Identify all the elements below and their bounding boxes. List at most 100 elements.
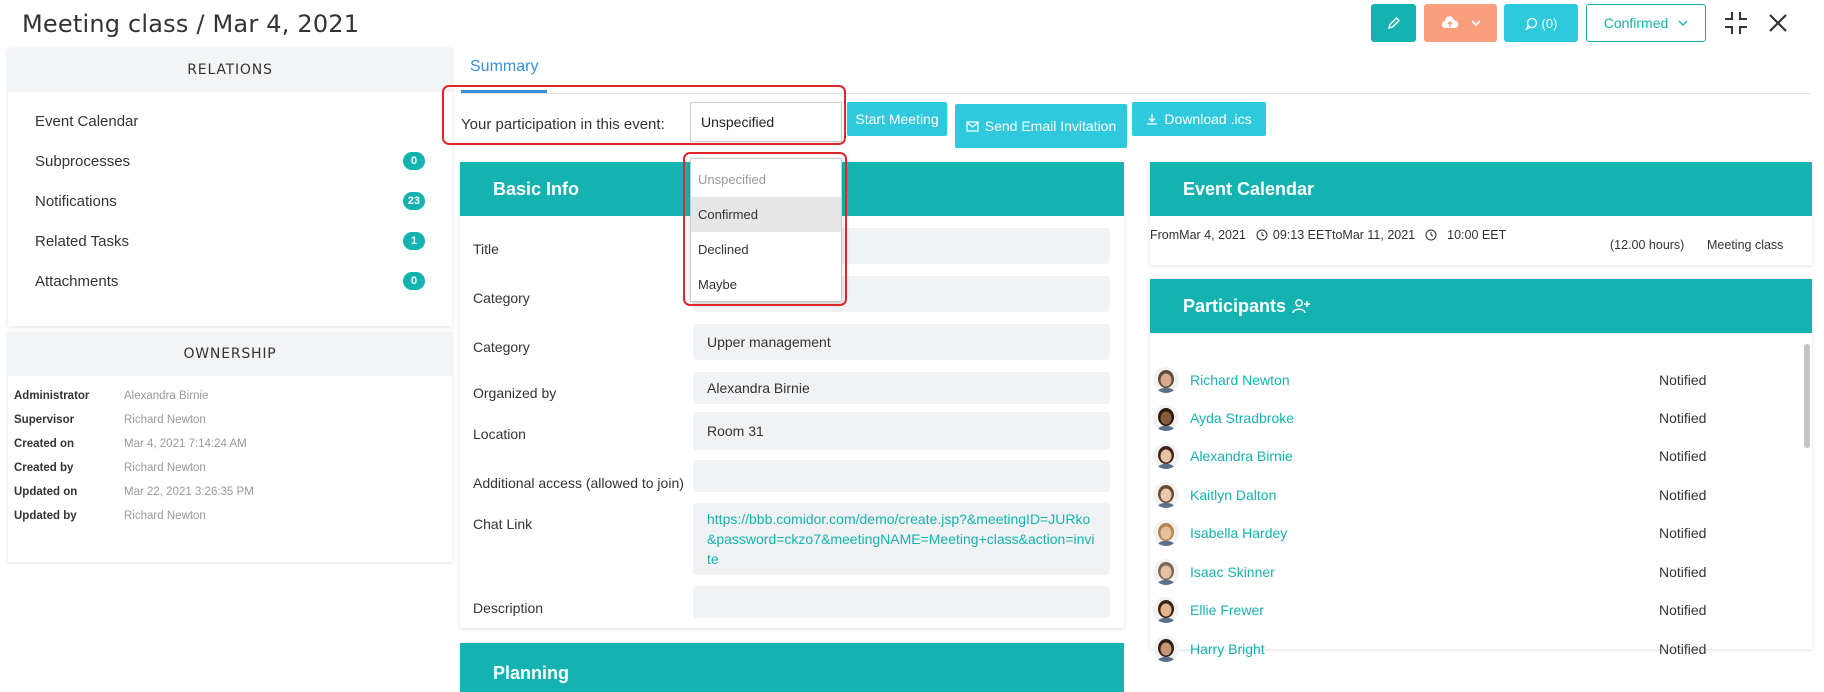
ownership-key: Created on [14, 438, 75, 450]
clock-icon [1256, 229, 1268, 241]
avatar [1153, 367, 1179, 393]
field-label-chat-link: Chat Link [473, 516, 533, 532]
ownership-key: Updated on [14, 486, 78, 498]
participant-name[interactable]: Ayda Stradbroke [1190, 410, 1294, 426]
cloud-upload-icon [1441, 16, 1458, 29]
participant-name[interactable]: Harry Bright [1190, 641, 1265, 657]
field-label-additional-access: Additional access (allowed to join) [473, 475, 684, 491]
ownership-key: Created by [14, 462, 74, 474]
planning-heading[interactable]: Planning [460, 643, 1124, 692]
relation-label: Subprocesses [35, 152, 131, 170]
ownership-key: Supervisor [14, 414, 75, 426]
ownership-heading: OWNERSHIP [8, 332, 452, 376]
status-label: Confirmed [1603, 15, 1669, 31]
field-label-location: Location [473, 426, 526, 442]
relation-label: Related Tasks [35, 232, 129, 250]
category-field[interactable]: Upper management [693, 324, 1110, 360]
close-icon[interactable] [1766, 11, 1790, 35]
avatar [1153, 597, 1179, 623]
chevron-down-icon [1678, 20, 1688, 26]
participant-status: Notified [1659, 410, 1707, 426]
participant-name[interactable]: Isaac Skinner [1190, 564, 1275, 580]
participant-status: Notified [1659, 564, 1707, 580]
from-label: From [1150, 228, 1180, 242]
participant-row: Isaac Skinner Notified [1150, 553, 1812, 591]
participant-name[interactable]: Richard Newton [1190, 372, 1290, 388]
participant-name[interactable]: Kaitlyn Dalton [1190, 487, 1276, 503]
comments-count: (0) [1541, 15, 1558, 31]
from-time: 09:13 EET [1272, 228, 1332, 242]
ownership-value: Richard Newton [124, 462, 206, 474]
ownership-row: Created on Mar 4, 2021 7:14:24 AM [14, 438, 247, 450]
collapse-icon[interactable] [1723, 10, 1749, 36]
relations-heading: RELATIONS [8, 48, 452, 92]
participant-status: Notified [1659, 602, 1707, 618]
avatar [1153, 443, 1179, 469]
avatar [1153, 482, 1179, 508]
ownership-row: Administrator Alexandra Birnie [14, 390, 208, 402]
start-meeting-button[interactable]: Start Meeting [847, 102, 947, 136]
from-date: Mar 4, 2021 [1179, 228, 1246, 242]
field-label-category: Category [473, 339, 530, 355]
participant-name[interactable]: Ellie Frewer [1190, 602, 1264, 618]
page-title: Meeting class / Mar 4, 2021 [22, 10, 360, 38]
relation-item-event-calendar[interactable]: Event Calendar [35, 106, 425, 136]
download-icon [1147, 114, 1158, 125]
event-duration: (12.00 hours) [1610, 238, 1685, 252]
location-field[interactable]: Room 31 [693, 412, 1110, 450]
relation-item-notifications[interactable]: Notifications 23 [35, 186, 425, 216]
participants-card: Participants Richard Newton Notified Ayda … [1150, 279, 1812, 662]
download-ics-button[interactable]: Download .ics [1132, 102, 1266, 136]
count-badge: 0 [403, 152, 425, 170]
relation-item-attachments[interactable]: Attachments 0 [35, 266, 425, 296]
tab-summary[interactable]: Summary [470, 58, 538, 76]
participant-name[interactable]: Isabella Hardey [1190, 525, 1287, 541]
chevron-down-icon [1470, 20, 1481, 27]
ownership-key: Administrator [14, 390, 90, 402]
event-calendar-heading: Event Calendar [1150, 162, 1812, 216]
field-label-description: Description [473, 600, 544, 616]
status-dropdown-button[interactable]: Confirmed [1586, 4, 1706, 42]
event-name: Meeting class [1707, 238, 1784, 252]
ownership-row: Updated by Richard Newton [14, 510, 206, 522]
field-label-title: Title [473, 241, 499, 257]
participant-name[interactable]: Alexandra Birnie [1190, 448, 1293, 464]
ownership-panel: OWNERSHIP Administrator Alexandra Birnie … [8, 332, 452, 562]
ownership-value: Alexandra Birnie [124, 390, 209, 402]
ownership-value: Richard Newton [124, 414, 206, 426]
participant-row: Harry Bright Notified [1150, 630, 1812, 668]
relation-label: Notifications [35, 192, 117, 210]
count-badge: 1 [403, 232, 425, 250]
cloud-upload-button[interactable] [1424, 4, 1497, 42]
chat-link-field[interactable]: https://bbb.comidor.com/demo/create.jsp?… [693, 503, 1110, 575]
edit-button[interactable] [1371, 4, 1416, 42]
count-badge: 23 [402, 192, 425, 210]
participants-title: Participants [1183, 295, 1287, 316]
participant-row: Ayda Stradbroke Notified [1150, 399, 1812, 437]
send-email-label: Send Email Invitation [984, 118, 1117, 134]
avatar [1153, 636, 1179, 662]
participant-status: Notified [1659, 372, 1707, 388]
participant-row: Richard Newton Notified [1150, 361, 1812, 399]
send-email-invitation-button[interactable]: Send Email Invitation [955, 104, 1127, 148]
clock-icon [1425, 229, 1437, 241]
relation-label: Event Calendar [35, 112, 139, 130]
description-field[interactable] [693, 586, 1110, 618]
participants-heading: Participants [1150, 279, 1812, 333]
organized-by-field[interactable]: Alexandra Birnie [693, 372, 1110, 404]
participant-row: Kaitlyn Dalton Notified [1150, 476, 1812, 514]
add-user-icon[interactable] [1292, 298, 1311, 314]
relation-item-related-tasks[interactable]: Related Tasks 1 [35, 226, 425, 256]
relation-item-subprocesses[interactable]: Subprocesses 0 [35, 146, 425, 176]
participant-row: Isabella Hardey Notified [1150, 514, 1812, 552]
participants-scrollbar[interactable] [1804, 344, 1810, 448]
highlight-box [442, 85, 846, 145]
relations-panel: RELATIONS Event Calendar Subprocesses 0 … [8, 48, 452, 326]
ownership-row: Supervisor Richard Newton [14, 414, 206, 426]
to-date: Mar 11, 2021 [1342, 228, 1416, 242]
comments-button[interactable]: (0) [1504, 4, 1578, 42]
participant-status: Notified [1659, 448, 1707, 464]
additional-access-field[interactable] [693, 460, 1110, 492]
participant-status: Notified [1659, 641, 1707, 657]
avatar [1153, 559, 1179, 585]
